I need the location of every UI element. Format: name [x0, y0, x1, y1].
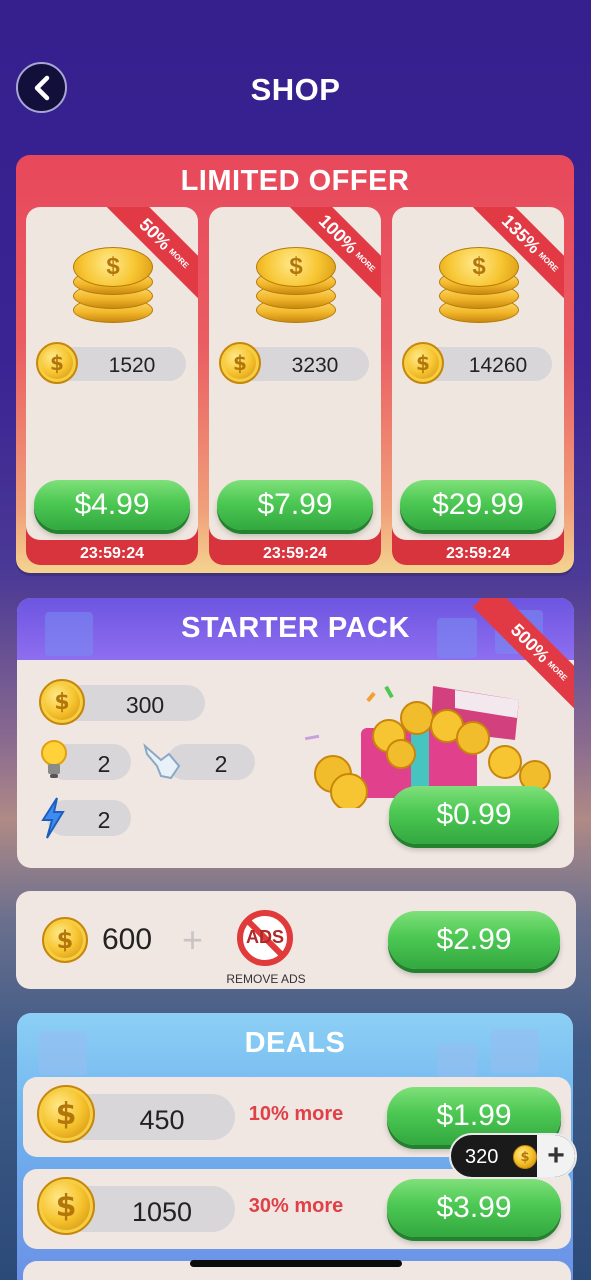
deal-bonus: 30% more	[248, 1195, 344, 1217]
coin-icon: $	[37, 1177, 95, 1235]
add-coins-button[interactable]: +	[537, 1135, 575, 1177]
coin-stack-icon: $	[73, 247, 153, 325]
coin-icon: $	[36, 342, 78, 384]
remove-ads-row: $ 600 + ADS REMOVE ADS $2.99	[16, 891, 576, 989]
remove-ads-label: REMOVE ADS	[226, 972, 306, 986]
deal-coins: 1050	[131, 1197, 193, 1227]
deals-title: DEALS	[244, 1027, 346, 1059]
buy-button[interactable]: $4.99	[34, 480, 190, 530]
starter-boosts: 2	[41, 797, 131, 839]
limited-offer-section: LIMITED OFFER 50% MORE $ $ 1520 $4.99 23…	[16, 155, 574, 573]
coin-icon: $	[219, 342, 261, 384]
page-title: SHOP	[250, 72, 341, 107]
plus-sign: +	[182, 919, 204, 960]
coin-amount: $ 3230	[219, 342, 369, 384]
remove-ads-buy-button[interactable]: $2.99	[388, 911, 560, 969]
home-indicator	[190, 1260, 402, 1267]
offer-card[interactable]: 100% MORE $ $ 3230 $7.99 23:59:24	[209, 207, 381, 565]
no-ads-icon: ADS	[236, 909, 294, 967]
starter-pack-section: STARTER PACK 500% MORE $ 300 2 2 2 $0.99	[17, 598, 574, 868]
remove-ads-coins: 600	[102, 923, 153, 956]
limited-offer-title: LIMITED OFFER	[180, 165, 410, 197]
coin-amount: $ 1520	[36, 342, 186, 384]
offer-timer: 23:59:24	[445, 545, 511, 562]
coin-icon: $	[513, 1145, 537, 1169]
coin-icon: $	[42, 917, 88, 963]
coin-icon: $	[402, 342, 444, 384]
starter-pack-buy-button[interactable]: $0.99	[389, 786, 559, 844]
starter-coins: $ 300	[39, 679, 205, 725]
offer-card[interactable]: 135% MORE $ $ 14260 $29.99 23:59:24	[392, 207, 564, 565]
coin-balance[interactable]: 320 $ +	[449, 1133, 577, 1179]
deal-buy-button[interactable]: $3.99	[387, 1179, 561, 1237]
starter-taps: 2	[143, 743, 255, 780]
lightning-icon	[39, 796, 69, 840]
offer-card[interactable]: 50% MORE $ $ 1520 $4.99 23:59:24	[26, 207, 198, 565]
coin-amount: $ 14260	[402, 342, 552, 384]
buy-button[interactable]: $29.99	[400, 480, 556, 530]
buy-button[interactable]: $7.99	[217, 480, 373, 530]
deal-row: 1050 $ 30% more $3.99	[23, 1169, 571, 1249]
coin-icon: $	[39, 679, 85, 725]
coin-icon: $	[37, 1085, 95, 1143]
offer-timer: 23:59:24	[262, 545, 328, 562]
lightbulb-icon	[39, 738, 75, 784]
deal-bonus: 10% more	[248, 1103, 344, 1125]
coin-stack-icon: $	[439, 247, 519, 325]
starter-hints: 2	[41, 740, 131, 780]
pointing-hand-icon	[139, 736, 189, 786]
offer-timer: 23:59:24	[79, 545, 145, 562]
coin-stack-icon: $	[256, 247, 336, 325]
deal-coins: 450	[139, 1105, 185, 1135]
